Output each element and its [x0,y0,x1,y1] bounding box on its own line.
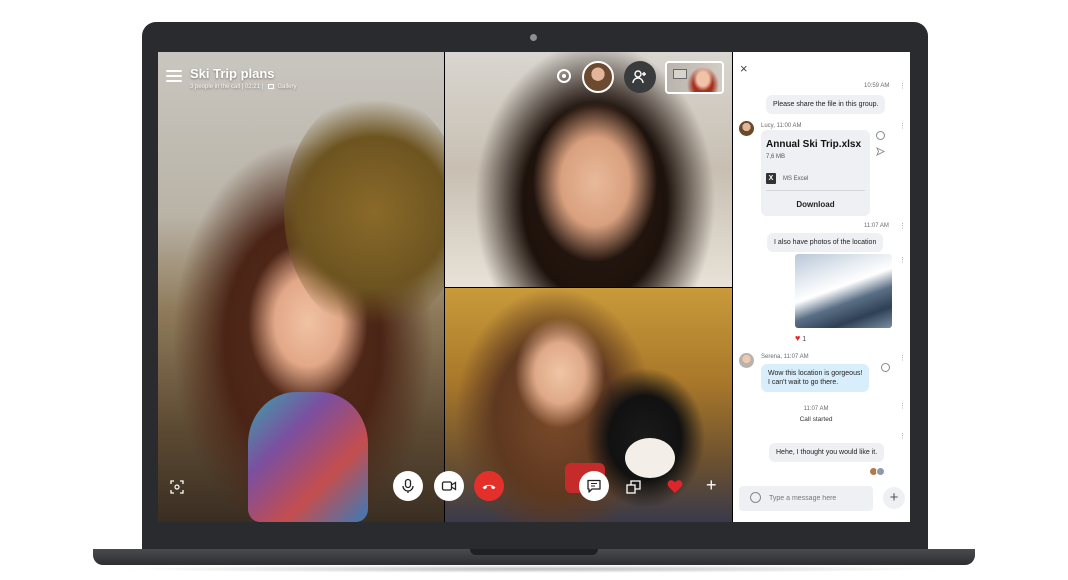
chat-icon [587,479,601,493]
reaction-count: 1 [802,336,807,343]
forward-icon[interactable] [876,147,885,156]
add-person-icon [632,70,646,84]
skype-window: Ski Trip plans 3 people in the call | 02… [158,52,910,522]
message-more-icon[interactable]: ⋮ [899,403,906,410]
message-timestamp: 10:59 AM [864,83,890,89]
add-person-button[interactable] [624,61,656,93]
chat-panel: × 10:59 AM ⋮ Please share the file in th… [733,52,910,522]
file-name: Annual Ski Trip.xlsx [766,139,862,150]
menu-icon[interactable] [166,70,182,82]
hang-up-icon [482,484,496,490]
download-button[interactable]: Download [761,200,870,209]
call-status: 3 people in the call | 02:21 | [190,84,264,91]
message-bubble: I also have photos of the location [767,233,884,252]
video-toggle-button[interactable] [434,471,464,501]
avatar[interactable] [582,61,614,93]
message-input[interactable] [769,491,869,506]
message-bubble: Wow this location is gorgeous! I can't w… [761,364,870,392]
read-receipts [869,463,885,481]
excel-icon: X [766,173,776,184]
add-attachment-button[interactable]: + [883,487,905,509]
file-attachment-card[interactable]: Annual Ski Trip.xlsx 7,6 MB X MS Excel D… [761,130,870,216]
more-options-plus[interactable]: + [706,476,717,494]
video-participant-left [158,52,444,522]
emoji-reaction-icon[interactable] [876,131,885,140]
fullscreen-icon[interactable] [170,480,184,494]
message-more-icon[interactable]: ⋮ [899,433,906,440]
gear-icon[interactable] [557,69,571,83]
message-more-icon[interactable]: ⋮ [899,123,906,130]
webcam [530,34,537,41]
message-more-icon[interactable]: ⋮ [899,257,906,264]
message-more-icon[interactable]: ⋮ [899,223,906,230]
end-call-button[interactable] [474,471,504,501]
avatar[interactable] [739,121,754,136]
mute-button[interactable] [393,471,423,501]
call-title: Ski Trip plans [190,66,275,81]
file-size: 7,6 MB [766,154,786,160]
heart-icon: ♥ [795,333,801,343]
video-camera-icon [441,481,457,491]
call-started-event: Call started [799,416,833,423]
avatar[interactable] [739,353,754,368]
close-icon[interactable]: × [740,62,748,75]
laptop-notch [470,549,598,555]
reaction-badge[interactable]: ♥ 1 [795,333,806,343]
message-composer [739,486,873,511]
microphone-icon [402,478,414,493]
heart-reaction-icon[interactable] [667,479,683,494]
file-type: MS Excel [783,176,809,182]
event-timestamp: 11:07 AM [803,406,829,412]
shared-photo[interactable] [795,254,892,328]
gallery-label[interactable]: Gallery [278,84,297,90]
message-more-icon[interactable]: ⋮ [899,83,906,90]
emoji-reaction-icon[interactable] [881,363,890,372]
message-timestamp: 11:07 AM [864,223,889,229]
sender-meta: Serena, 11:07 AM [761,354,809,360]
message-more-icon[interactable]: ⋮ [899,355,906,362]
self-video-preview[interactable] [665,61,724,94]
message-bubble: Please share the file in this group. [766,95,886,114]
call-subtitle: 3 people in the call | 02:21 | Gallery [190,84,297,90]
laptop-shadow [120,565,948,573]
message-bubble: Hehe, I thought you would like it. [769,443,885,462]
gallery-icon [267,84,274,89]
layout-switch-icon[interactable] [626,480,641,495]
emoji-icon[interactable] [750,492,761,503]
chat-toggle-button[interactable] [579,471,609,501]
sender-meta: Lucy, 11:00 AM [761,123,802,129]
